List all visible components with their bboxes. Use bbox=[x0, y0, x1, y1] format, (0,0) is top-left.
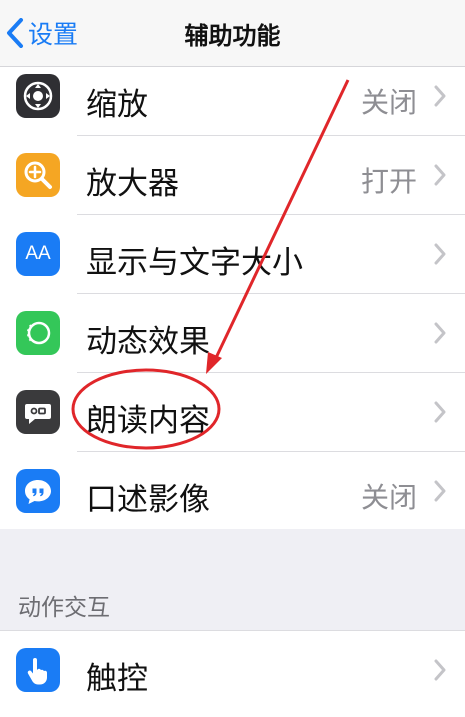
chevron-right-icon bbox=[434, 659, 446, 681]
settings-group-interaction: 触控 bbox=[0, 630, 465, 717]
zoom-icon bbox=[16, 74, 60, 118]
settings-row-display-text-size[interactable]: AA 显示与文字大小 bbox=[0, 215, 465, 294]
page-title: 辅助功能 bbox=[184, 22, 281, 50]
row-label: 放大器 bbox=[86, 166, 179, 202]
settings-group-main: 缩放 关闭 放大器 打开 AA 显示与文字大小 动态效果 朗读内容 口述影像 关… bbox=[0, 67, 465, 529]
speech-icon bbox=[16, 390, 60, 434]
magnifier-icon bbox=[16, 153, 60, 197]
row-label: 显示与文字大小 bbox=[86, 245, 303, 281]
audio-description-icon bbox=[16, 469, 60, 513]
row-label: 口述影像 bbox=[86, 482, 210, 518]
row-label: 缩放 bbox=[86, 87, 148, 123]
touch-icon bbox=[16, 648, 60, 692]
text-size-icon: AA bbox=[16, 232, 60, 276]
row-label: 触控 bbox=[86, 661, 148, 697]
motion-icon bbox=[16, 311, 60, 355]
settings-row-motion[interactable]: 动态效果 bbox=[0, 294, 465, 373]
chevron-right-icon bbox=[434, 480, 446, 502]
settings-row-touch[interactable]: 触控 bbox=[0, 631, 465, 710]
row-value: 关闭 bbox=[360, 86, 417, 119]
text-size-glyph: AA bbox=[25, 243, 51, 264]
section-header-interaction: 动作交互 bbox=[18, 595, 110, 621]
settings-row-audio-descriptions[interactable]: 口述影像 关闭 bbox=[0, 452, 465, 531]
chevron-right-icon bbox=[434, 322, 446, 344]
row-label: 朗读内容 bbox=[86, 403, 210, 439]
settings-row-magnifier[interactable]: 放大器 打开 bbox=[0, 136, 465, 215]
chevron-right-icon bbox=[434, 164, 446, 186]
row-label: 动态效果 bbox=[86, 324, 210, 360]
row-value: 打开 bbox=[360, 165, 417, 198]
row-value: 关闭 bbox=[360, 481, 417, 514]
settings-row-spoken-content[interactable]: 朗读内容 bbox=[0, 373, 465, 452]
chevron-right-icon bbox=[434, 85, 446, 107]
chevron-right-icon bbox=[434, 401, 446, 423]
settings-row-zoom[interactable]: 缩放 关闭 bbox=[0, 57, 465, 136]
chevron-right-icon bbox=[434, 243, 446, 265]
